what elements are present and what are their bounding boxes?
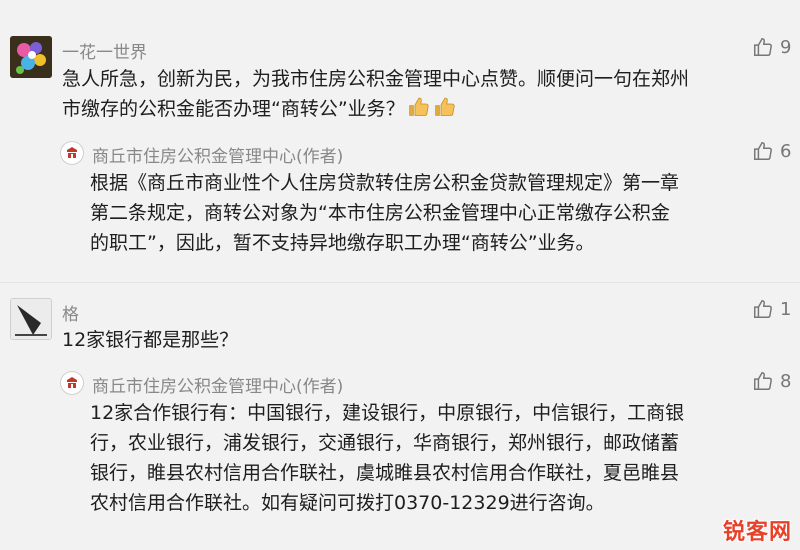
reply-author[interactable]: 商丘市住房公积金管理中心(作者) <box>92 142 343 167</box>
comment-line: 市缴存的公积金能否办理“商转公”业务？ <box>62 94 689 127</box>
reply-author[interactable]: 商丘市住房公积金管理中心(作者) <box>92 372 343 397</box>
user-avatar[interactable] <box>10 298 52 340</box>
like-button[interactable]: 8 <box>752 370 791 392</box>
thumbs-up-icon <box>754 300 772 318</box>
comment-username[interactable]: 一花一世界 <box>62 38 147 63</box>
site-watermark: 锐客网 <box>722 520 792 545</box>
reply-line: 农村信用合作联社。如有疑问可拨打0370-12329进行咨询。 <box>90 492 605 514</box>
comment-text: 急人所急，创新为民，为我市住房公积金管理中心点赞。顺便问一句在郑州 市缴存的公积… <box>62 64 689 127</box>
comment-line: 12家银行都是那些？ <box>62 329 239 351</box>
reply-text: 12家合作银行有：中国银行，建设银行，中原银行，中信银行，工商银 行，农业银行，… <box>90 398 684 518</box>
reply-line: 银行，睢县农村信用合作联社，虞城睢县农村信用合作联社，夏邑睢县 <box>90 462 680 484</box>
comment-line: 急人所急，创新为民，为我市住房公积金管理中心点赞。顺便问一句在郑州 <box>62 68 690 90</box>
comment-line-text: 市缴存的公积金能否办理“商转公”业务？ <box>62 98 405 120</box>
like-count: 1 <box>780 298 792 320</box>
reply-line: 行，农业银行，浦发银行，交通银行，华商银行，郑州银行，邮政储蓄 <box>90 432 680 454</box>
author-logo-icon <box>60 141 84 165</box>
thumbs-up-icon <box>754 372 772 390</box>
reply-line: 根据《商丘市商业性个人住房贷款转住房公积金贷款管理规定》第一章 <box>90 172 680 194</box>
flower-avatar-icon <box>10 36 52 78</box>
like-count: 9 <box>780 36 792 58</box>
comment-username[interactable]: 格 <box>62 300 79 325</box>
like-button[interactable]: 9 <box>752 36 791 58</box>
sketch-avatar-icon <box>11 299 51 339</box>
reply-line: 12家合作银行有：中国银行，建设银行，中原银行，中信银行，工商银 <box>90 402 685 424</box>
user-avatar[interactable] <box>10 36 52 78</box>
thumbs-up-emoji-icon <box>407 96 431 127</box>
comment-text: 12家银行都是那些？ <box>62 325 238 355</box>
author-logo-icon <box>60 371 84 395</box>
like-button[interactable]: 6 <box>752 140 791 162</box>
reply-line: 的职工”，因此，暂不支持异地缴存职工办理“商转公”业务。 <box>90 232 595 254</box>
thumbs-up-icon <box>754 142 772 160</box>
reply-text: 根据《商丘市商业性个人住房贷款转住房公积金贷款管理规定》第一章 第二条规定，商转… <box>90 168 679 258</box>
like-button[interactable]: 1 <box>752 298 791 320</box>
reply-line: 第二条规定，商转公对象为“本市住房公积金管理中心正常缴存公积金 <box>90 202 670 224</box>
like-count: 6 <box>780 140 792 162</box>
comment-divider <box>0 282 800 283</box>
thumbs-up-icon <box>754 38 772 56</box>
thumbs-up-emoji-icon <box>433 96 457 127</box>
like-count: 8 <box>780 370 792 392</box>
